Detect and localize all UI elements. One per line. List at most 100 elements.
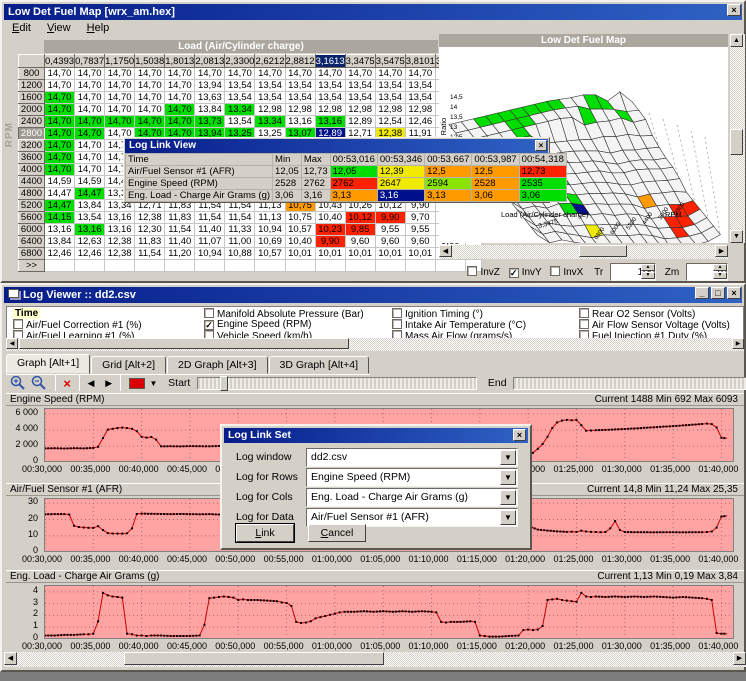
map-row-header[interactable]: 2000: [19, 104, 45, 116]
map-row-header[interactable]: 2800: [19, 128, 45, 140]
map-cell[interactable]: 13,54: [345, 80, 375, 92]
map-row-header[interactable]: 4800: [19, 188, 45, 200]
menu-help[interactable]: Help: [79, 20, 118, 36]
map-col-header[interactable]: 1,5038: [135, 55, 165, 68]
log-link-view-titlebar[interactable]: Log Link View: [125, 139, 548, 153]
map-cell[interactable]: 14,70: [135, 116, 165, 128]
map-cell[interactable]: 12,98: [375, 104, 405, 116]
map-cell[interactable]: 14,70: [45, 164, 75, 176]
channel-checkbox[interactable]: [579, 308, 589, 318]
map-cell[interactable]: 12,98: [345, 104, 375, 116]
map-cell[interactable]: 14,15: [45, 212, 75, 224]
map-cell[interactable]: 14,70: [45, 92, 75, 104]
map-cell[interactable]: 14,70: [105, 80, 135, 92]
map-cell[interactable]: 10,57: [285, 224, 315, 236]
channel-item[interactable]: Air/Fuel Learning #1 (%): [13, 330, 134, 338]
map-cell[interactable]: 10,94: [195, 248, 225, 260]
scroll-left-icon[interactable]: ◀: [439, 245, 452, 257]
minimize-icon[interactable]: _: [695, 287, 709, 299]
maximize-icon[interactable]: □: [711, 287, 725, 299]
map-cell[interactable]: 14,70: [315, 68, 345, 80]
map-cell[interactable]: 13,54: [405, 92, 435, 104]
map-cell[interactable]: 14,70: [195, 68, 225, 80]
channel-hscroll-thumb[interactable]: [19, 338, 349, 349]
map-cell[interactable]: 12,54: [375, 116, 405, 128]
menu-view[interactable]: View: [39, 20, 79, 36]
map-cell[interactable]: 13,16: [105, 224, 135, 236]
map-cell[interactable]: 14,59: [75, 176, 105, 188]
map-cell[interactable]: 14,70: [75, 152, 105, 164]
map-cell[interactable]: 13,63: [195, 92, 225, 104]
eng-load-plot[interactable]: [44, 585, 734, 639]
map-cell[interactable]: 14,70: [75, 80, 105, 92]
map-cell[interactable]: 14,70: [45, 104, 75, 116]
channel-checkbox[interactable]: [204, 330, 214, 338]
map-cell[interactable]: 14,70: [45, 68, 75, 80]
map-cell[interactable]: 14,70: [405, 68, 435, 80]
channel-checkbox[interactable]: [579, 330, 589, 338]
tab-graph[interactable]: Graph [Alt+1]: [6, 354, 90, 374]
map-cell[interactable]: 12,98: [285, 104, 315, 116]
map-cell[interactable]: 14,70: [75, 140, 105, 152]
map-col-header[interactable]: 0,4393: [45, 55, 75, 68]
map-cell[interactable]: 13,54: [285, 92, 315, 104]
next-icon[interactable]: ▶: [105, 378, 112, 389]
map-cell[interactable]: 13,34: [225, 104, 255, 116]
map-row-header[interactable]: 2400: [19, 116, 45, 128]
tab-3d[interactable]: 3D Graph [Alt+4]: [269, 356, 370, 374]
map-cell[interactable]: 14,70: [75, 164, 105, 176]
map-cell[interactable]: 12,89: [345, 116, 375, 128]
map-col-header[interactable]: 2,3300: [225, 55, 255, 68]
channel-checkbox[interactable]: [392, 308, 402, 318]
cancel-button[interactable]: Cancel: [308, 524, 366, 542]
map-col-header[interactable]: 2,0813: [195, 55, 225, 68]
invz-checkbox[interactable]: InvZ: [467, 267, 499, 278]
scroll-up-icon[interactable]: ▲: [730, 34, 743, 47]
map-cell[interactable]: 13,54: [255, 80, 285, 92]
map-cell[interactable]: 10,40: [285, 236, 315, 248]
scroll-right-icon[interactable]: ▶: [715, 245, 728, 257]
zoom-in-icon[interactable]: [10, 375, 26, 391]
map-cell[interactable]: 11,54: [135, 248, 165, 260]
zoom-out-icon[interactable]: [31, 375, 47, 391]
close-icon[interactable]: ×: [535, 140, 547, 151]
map-cell[interactable]: 9,55: [405, 224, 435, 236]
map-cell[interactable]: 11,00: [225, 236, 255, 248]
chevron-down-icon[interactable]: ▼: [500, 490, 516, 505]
map-cell[interactable]: 13,54: [225, 92, 255, 104]
map-cell[interactable]: 10,01: [315, 248, 345, 260]
map-cell[interactable]: 14,70: [135, 104, 165, 116]
close-icon[interactable]: ×: [513, 429, 526, 441]
channel-checkbox[interactable]: ✓: [204, 320, 214, 330]
map-cell[interactable]: 12,38: [105, 236, 135, 248]
map-row-header[interactable]: 4400: [19, 176, 45, 188]
log-viewer-titlebar[interactable]: Log Viewer :: dd2.csv: [4, 287, 742, 303]
graph-hscrollbar[interactable]: ◀ ▶: [4, 652, 746, 667]
map-cell[interactable]: 14,70: [135, 80, 165, 92]
scroll-down-icon[interactable]: ▼: [730, 230, 743, 243]
plot3d-vscrollbar[interactable]: ▲ ▼: [730, 34, 745, 243]
map-cell[interactable]: 10,88: [225, 248, 255, 260]
channel-checkbox[interactable]: [204, 308, 214, 318]
map-row-header[interactable]: 3600: [19, 152, 45, 164]
map-cell[interactable]: 9,60: [345, 236, 375, 248]
map-cell[interactable]: 11,40: [165, 236, 195, 248]
map-cell[interactable]: 11,83: [135, 236, 165, 248]
end-slider[interactable]: [513, 377, 746, 390]
prev-icon[interactable]: ◀: [88, 378, 95, 389]
map-row-header[interactable]: 6800: [19, 248, 45, 260]
map-cell[interactable]: 14,70: [375, 68, 405, 80]
scroll-left-icon[interactable]: ◀: [6, 338, 18, 349]
channel-item[interactable]: ✓Engine Speed (RPM): [204, 319, 312, 330]
dialog-dropdown-1[interactable]: dd2.csv▼: [306, 448, 518, 467]
map-cell[interactable]: 14,70: [45, 152, 75, 164]
channel-item[interactable]: Fuel Injection #1 Duty (%): [579, 330, 707, 338]
map-col-header[interactable]: 3,1613: [315, 55, 345, 68]
map-cell[interactable]: 11,54: [165, 224, 195, 236]
channel-checkbox[interactable]: [13, 319, 23, 329]
channel-list-hscrollbar[interactable]: ◀ ▶: [6, 338, 744, 351]
map-cell[interactable]: 14,70: [105, 92, 135, 104]
time-channel-label[interactable]: Time: [13, 308, 40, 319]
tab-grid[interactable]: Grid [Alt+2]: [91, 356, 166, 374]
map-cell[interactable]: 14,70: [75, 68, 105, 80]
